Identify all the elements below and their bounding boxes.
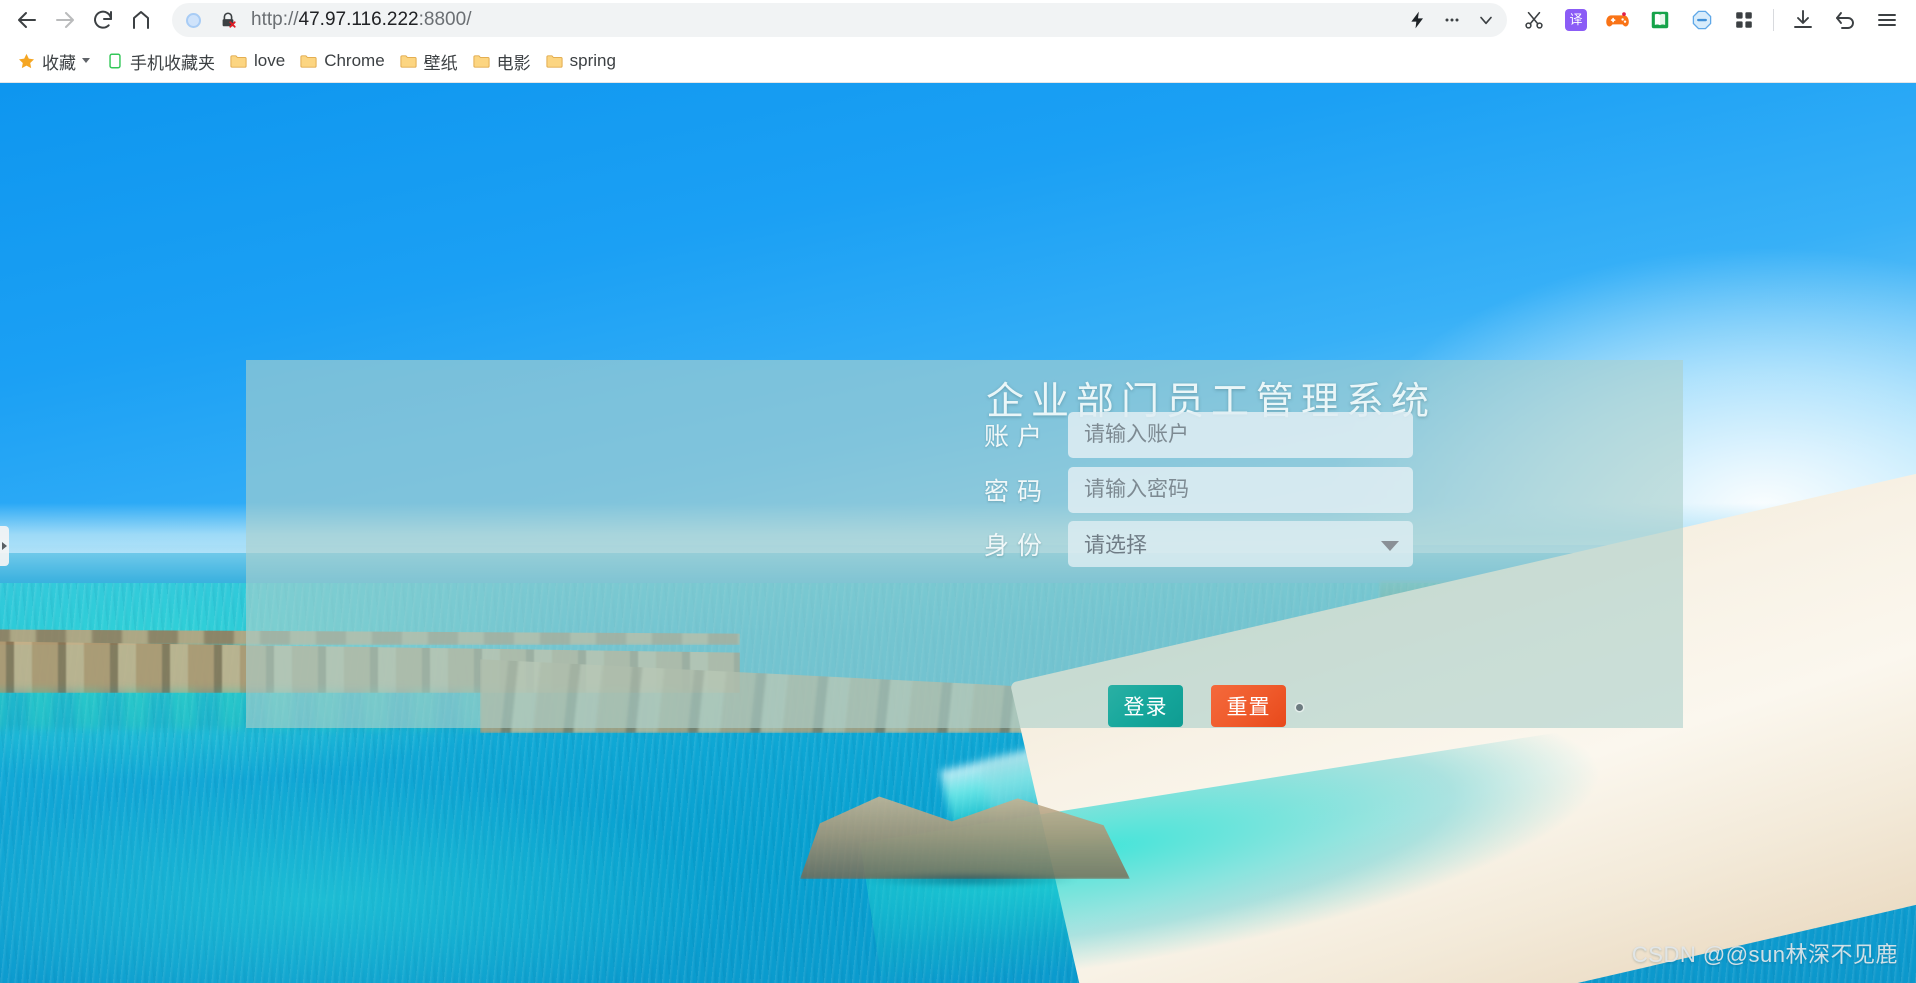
- scissors-icon[interactable]: [1517, 3, 1551, 37]
- chevron-down-icon[interactable]: [80, 51, 92, 71]
- address-bar-actions: [1401, 3, 1503, 37]
- toolbar-divider: [1773, 9, 1774, 31]
- chevron-right-icon: [2, 542, 7, 550]
- account-input[interactable]: [1068, 412, 1413, 458]
- bookmark-label: 电影: [496, 53, 531, 73]
- forward-arrow-icon: [56, 12, 74, 28]
- folder-icon: [545, 52, 564, 71]
- book-icon[interactable]: [1643, 3, 1677, 37]
- bookmark-label: spring: [569, 51, 616, 70]
- bookmarks-bar: 收藏 手机收藏夹 love Chrome 壁纸 电影 spring: [0, 40, 1916, 83]
- bookmark-label: 收藏: [42, 53, 76, 73]
- chevron-down-icon[interactable]: [1469, 3, 1503, 37]
- form-row-password: 密码: [246, 467, 1413, 513]
- folder-icon: [299, 52, 318, 71]
- back-arrow-icon: [18, 12, 36, 28]
- folder-icon: [399, 52, 418, 71]
- watermark: CSDN @@sun林深不见鹿: [1631, 942, 1898, 967]
- download-icon[interactable]: [1786, 3, 1820, 37]
- mouse-cursor-dot: [1296, 704, 1303, 711]
- form-button-row: 登录 重置: [1108, 685, 1286, 727]
- forward-button[interactable]: [46, 1, 84, 39]
- folder-icon: [472, 52, 491, 71]
- folder-icon: [229, 52, 248, 71]
- home-button[interactable]: [122, 1, 160, 39]
- bookmark-label: 壁纸: [423, 53, 458, 73]
- page-viewport: 企业部门员工管理系统 账户 密码 身份 请选择 登录 重置 CSDN @@sun…: [0, 83, 1916, 983]
- identity-select-wrapper: 请选择: [1068, 521, 1413, 567]
- bookmark-folder-love[interactable]: love: [222, 46, 292, 76]
- address-bar[interactable]: http://47.97.116.222:8800/: [172, 3, 1507, 37]
- translate-icon[interactable]: 译: [1559, 3, 1593, 37]
- login-button[interactable]: 登录: [1108, 685, 1183, 727]
- reload-icon: [94, 10, 112, 29]
- bookmark-label: Chrome: [324, 51, 385, 70]
- insecure-lock-icon[interactable]: [219, 11, 237, 29]
- bookmark-label: love: [254, 51, 286, 70]
- bookmark-folder-movies[interactable]: 电影: [465, 46, 538, 76]
- home-icon: [133, 11, 149, 29]
- form-row-account: 账户: [246, 412, 1413, 458]
- star-icon: [17, 52, 36, 71]
- lightning-icon[interactable]: [1401, 3, 1435, 37]
- pier-shadow: [820, 869, 1120, 891]
- apps-grid-icon[interactable]: [1727, 3, 1761, 37]
- url-port: :8800: [418, 9, 467, 30]
- bookmark-label: 手机收藏夹: [130, 53, 215, 73]
- bookmark-folder-chrome[interactable]: Chrome: [292, 46, 391, 76]
- history-back-icon[interactable]: [1828, 3, 1862, 37]
- adblock-icon[interactable]: [1685, 3, 1719, 37]
- url-path: /: [466, 9, 472, 30]
- page-info-circle-icon: [186, 12, 201, 28]
- password-label: 密码: [983, 479, 1050, 506]
- game-controller-icon[interactable]: [1601, 3, 1635, 37]
- reset-button[interactable]: 重置: [1211, 685, 1286, 727]
- reload-button[interactable]: [84, 1, 122, 39]
- bookmark-folder-spring[interactable]: spring: [538, 46, 623, 76]
- identity-label: 身份: [983, 533, 1050, 560]
- menu-icon[interactable]: [1870, 3, 1904, 37]
- sidebar-toggle-handle[interactable]: [0, 526, 9, 566]
- more-dots-icon[interactable]: [1435, 3, 1469, 37]
- back-button[interactable]: [8, 1, 46, 39]
- bookmark-favorites[interactable]: 收藏: [10, 46, 99, 76]
- bookmark-phone-favorites[interactable]: 手机收藏夹: [99, 46, 222, 76]
- url-host: 47.97.116.222: [298, 9, 419, 30]
- phone-bookmark-icon: [106, 52, 124, 70]
- identity-select[interactable]: 请选择: [1068, 521, 1413, 567]
- form-row-identity: 身份 请选择: [246, 521, 1413, 567]
- account-label: 账户: [983, 424, 1050, 451]
- url-text: http://47.97.116.222:8800/: [251, 9, 471, 31]
- extension-toolbar: 译: [1513, 3, 1908, 37]
- bookmark-folder-wallpaper[interactable]: 壁纸: [392, 46, 465, 76]
- url-scheme: http://: [251, 9, 299, 30]
- login-panel: 企业部门员工管理系统 账户 密码 身份 请选择 登录 重置: [246, 360, 1683, 728]
- browser-toolbar: http://47.97.116.222:8800/ 译: [0, 0, 1916, 40]
- password-input[interactable]: [1068, 467, 1413, 513]
- browser-chrome: http://47.97.116.222:8800/ 译 收藏 手机收藏夹 lo…: [0, 0, 1916, 83]
